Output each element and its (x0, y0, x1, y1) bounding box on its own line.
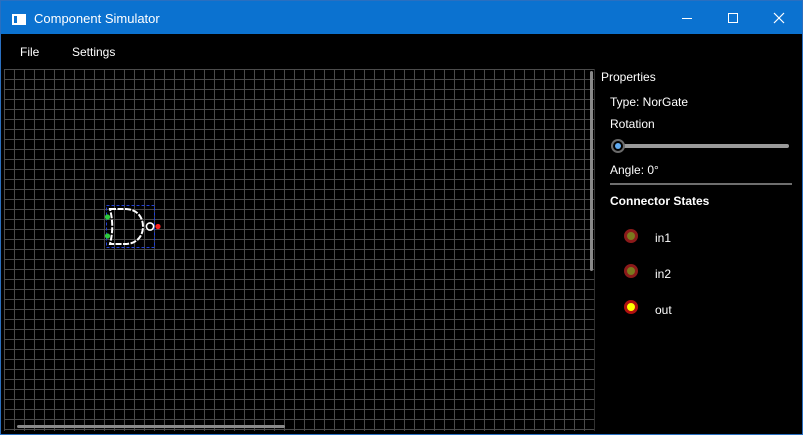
connector-name: in2 (655, 267, 672, 281)
horizontal-scrollbar[interactable] (17, 425, 285, 428)
nor-gate-component[interactable] (103, 205, 163, 251)
minimize-icon (682, 18, 692, 19)
component-type: Type: NorGate (610, 95, 689, 109)
nor-gate-body (108, 208, 145, 245)
connector-state-indicator (624, 229, 638, 243)
canvas-separator (594, 69, 595, 431)
app-window-icon (12, 12, 26, 25)
connector-name: out (655, 303, 672, 317)
menu-bar: File Settings (1, 34, 802, 68)
close-button[interactable] (756, 1, 802, 34)
maximize-button[interactable] (710, 1, 756, 34)
minimize-button[interactable] (664, 1, 710, 34)
close-icon (773, 12, 785, 24)
circuit-canvas[interactable] (4, 69, 594, 431)
properties-panel: Properties Type: NorGate Rotation Angle:… (596, 69, 801, 431)
rotation-slider-thumb[interactable] (611, 139, 625, 153)
app-window: Component Simulator File Settings Proper… (0, 0, 803, 435)
menu-file[interactable]: File (20, 45, 39, 59)
title-bar[interactable]: Component Simulator (1, 1, 802, 34)
rotation-slider-track[interactable] (611, 144, 789, 148)
input-pin-in2[interactable] (104, 233, 111, 239)
properties-header: Properties (601, 70, 656, 84)
connector-state-indicator (624, 264, 638, 278)
inversion-bubble (145, 222, 155, 231)
connector-name: in1 (655, 231, 672, 245)
window-title: Component Simulator (34, 11, 160, 26)
vertical-scrollbar[interactable] (590, 71, 593, 271)
output-pin-out[interactable] (155, 223, 161, 230)
maximize-icon (728, 13, 738, 23)
rotation-label: Rotation (610, 117, 655, 131)
input-pin-in1[interactable] (104, 214, 111, 220)
panel-divider (610, 183, 792, 185)
angle-value: Angle: 0° (610, 163, 659, 177)
connector-state-indicator (624, 300, 638, 314)
connector-states-title: Connector States (610, 194, 710, 208)
menu-settings[interactable]: Settings (72, 45, 115, 59)
